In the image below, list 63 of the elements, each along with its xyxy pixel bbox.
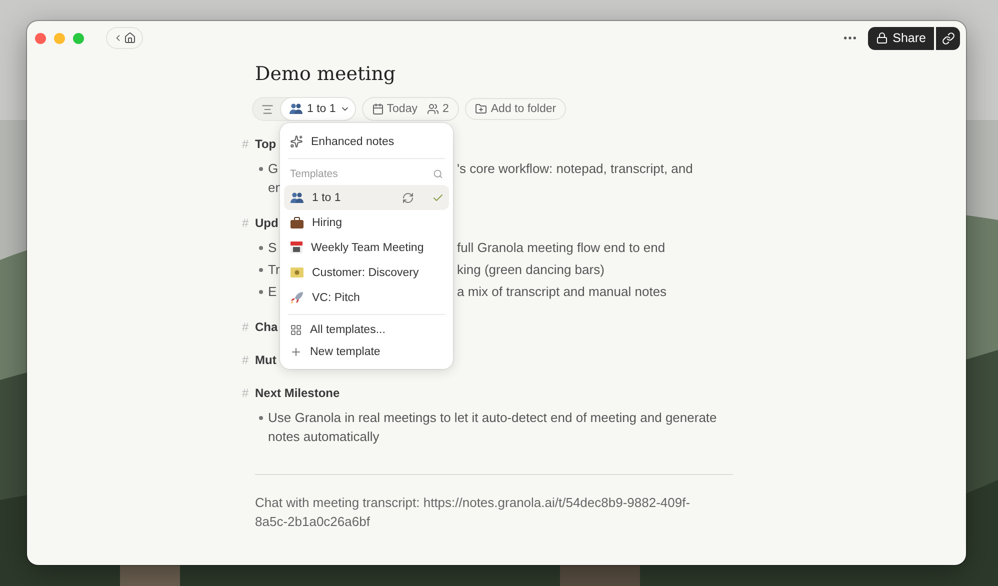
- grid-icon: [290, 324, 302, 336]
- share-button[interactable]: Share: [868, 26, 934, 50]
- heading-marker: #: [242, 320, 250, 334]
- lines-icon: [261, 102, 274, 116]
- date-button[interactable]: Today: [372, 103, 418, 115]
- plus-icon: [290, 346, 302, 358]
- heading-marker: #: [242, 353, 250, 367]
- menu-action-item[interactable]: New template: [284, 341, 449, 363]
- people-icon: [427, 103, 440, 115]
- bullet-dot: [259, 268, 263, 272]
- heading-marker: #: [242, 216, 250, 230]
- bullet-text: E: [268, 284, 277, 299]
- section-heading: Top: [255, 137, 276, 151]
- calendar-icon: [372, 103, 384, 115]
- bullet-text: G: [268, 161, 278, 176]
- check-icon: [432, 192, 444, 204]
- section-heading: Mut: [255, 353, 276, 367]
- bullet-dot: [259, 416, 263, 420]
- bullet-dot: [259, 246, 263, 250]
- template-item[interactable]: Customer: Discovery: [284, 260, 449, 285]
- section-heading: Next Milestone: [255, 386, 340, 400]
- template-item[interactable]: Weekly Team Meeting: [284, 235, 449, 260]
- refresh-icon[interactable]: [402, 192, 414, 204]
- transcript-link-text: Chat with meeting transcript: https://notes.granola.ai/t/54dec8b9-9882-409f-8a5c-2b1a0c26a6bf: [255, 494, 692, 531]
- bullet-text: a mix of transcript and manual notes: [457, 283, 667, 301]
- heading-marker: #: [242, 137, 250, 151]
- back-home-button[interactable]: [106, 27, 143, 49]
- link-icon: [942, 32, 954, 44]
- bullet-dot: [259, 167, 263, 171]
- section-heading: Upd: [255, 216, 278, 230]
- close-button[interactable]: [35, 32, 46, 44]
- bullet-dot: [259, 290, 263, 294]
- template-item[interactable]: VC: Pitch: [284, 285, 449, 310]
- bullet-text: full Granola meeting flow end to end: [457, 239, 666, 257]
- home-icon: [124, 32, 136, 44]
- attendees-button[interactable]: 2: [427, 103, 449, 115]
- bullet-text: S: [268, 240, 277, 255]
- zoom-button[interactable]: [73, 32, 84, 44]
- template-item[interactable]: Hiring: [284, 210, 449, 235]
- banknote-icon: [290, 267, 304, 278]
- search-icon[interactable]: [433, 169, 443, 179]
- bullet-text: Tr: [268, 262, 280, 277]
- copy-link-button[interactable]: [936, 26, 960, 50]
- bullet-text: king (green dancing bars): [457, 261, 604, 279]
- briefcase-icon: [290, 216, 304, 228]
- enhanced-notes-item[interactable]: Enhanced notes: [284, 129, 449, 154]
- template-chip[interactable]: 1 to 1: [280, 97, 356, 121]
- folder-plus-icon: [474, 103, 487, 115]
- people-icon: [289, 103, 303, 115]
- add-to-folder-button[interactable]: Add to folder: [464, 98, 566, 120]
- people-icon: [290, 192, 304, 204]
- bullet-text: Use Granola in real meetings to let it auto-detect end of meeting and generate notes automatically: [268, 409, 718, 446]
- menu-section-label: Templates: [290, 168, 338, 180]
- note-title: Demo meeting: [255, 63, 397, 85]
- template-item[interactable]: 1 to 1: [284, 185, 449, 210]
- rocket-icon: [290, 290, 304, 304]
- calendar-icon: [290, 241, 303, 254]
- menu-action-item[interactable]: All templates...: [284, 319, 449, 341]
- section-heading: Cha: [255, 320, 278, 334]
- bullet-text: 's core workflow: notepad, transcript, and: [457, 160, 693, 178]
- lock-icon: [876, 32, 888, 44]
- sparkles-icon: [290, 135, 303, 148]
- heading-marker: #: [242, 386, 250, 400]
